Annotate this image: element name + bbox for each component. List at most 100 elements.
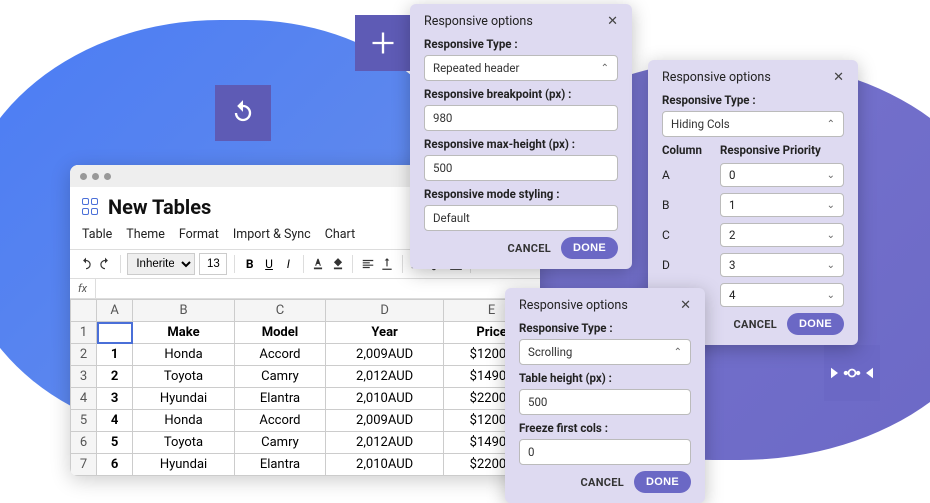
resize-horizontal-icon (831, 358, 873, 388)
cell[interactable]: Honda (133, 410, 235, 432)
cell[interactable]: 4 (97, 410, 133, 432)
plus-tile (355, 15, 411, 71)
cell[interactable] (97, 322, 133, 344)
close-icon[interactable]: ✕ (833, 70, 844, 85)
cell[interactable]: Accord (234, 410, 325, 432)
cell[interactable]: 2,010AUD (326, 388, 444, 410)
cell[interactable]: Hyundai (133, 454, 235, 476)
row-header[interactable]: 6 (71, 432, 97, 454)
cancel-button[interactable]: CANCEL (734, 318, 778, 331)
app-title: New Tables (108, 195, 211, 219)
breakpoint-input[interactable]: 980 (424, 105, 618, 131)
col-header[interactable]: D (326, 300, 444, 322)
cell[interactable]: 3 (97, 388, 133, 410)
cell[interactable]: Model (234, 322, 325, 344)
row-header[interactable]: 4 (71, 388, 97, 410)
priority-select[interactable]: 0⌄ (720, 163, 844, 187)
cell[interactable]: 2,012AUD (326, 366, 444, 388)
chevron-down-icon: ⌄ (827, 230, 835, 241)
cell[interactable]: Accord (234, 344, 325, 366)
align-button[interactable] (360, 253, 375, 275)
priority-select[interactable]: 1⌄ (720, 193, 844, 217)
corner-cell[interactable] (71, 300, 97, 322)
undo-button[interactable] (78, 253, 93, 275)
cell[interactable]: 2 (97, 366, 133, 388)
window-dot[interactable] (80, 173, 87, 180)
menu-theme[interactable]: Theme (126, 227, 165, 242)
cell[interactable]: 2,009AUD (326, 410, 444, 432)
plus-icon (369, 29, 397, 57)
cell[interactable]: Toyota (133, 366, 235, 388)
responsive-options-panel-scrolling: Responsive options ✕ Responsive Type : S… (505, 288, 705, 503)
cell[interactable]: 2,009AUD (326, 344, 444, 366)
col-header[interactable]: A (97, 300, 133, 322)
formula-bar[interactable]: fx (70, 279, 540, 299)
bold-button[interactable]: B (242, 253, 257, 275)
maxheight-input[interactable]: 500 (424, 155, 618, 181)
responsive-type-select[interactable]: Repeated header⌃ (424, 55, 618, 81)
app-logo-icon (82, 198, 100, 216)
menu-import[interactable]: Import & Sync (233, 227, 311, 242)
window-dot[interactable] (92, 173, 99, 180)
col-header[interactable]: B (133, 300, 235, 322)
cell[interactable]: Year (326, 322, 444, 344)
cell[interactable]: 2,010AUD (326, 454, 444, 476)
panel-title: Responsive options (424, 14, 533, 29)
cell[interactable]: 6 (97, 454, 133, 476)
chevron-down-icon: ⌄ (827, 260, 835, 271)
redo-button[interactable] (97, 253, 112, 275)
priority-select[interactable]: 2⌄ (720, 223, 844, 247)
cancel-button[interactable]: CANCEL (508, 242, 552, 255)
done-button[interactable]: DONE (787, 313, 844, 335)
row-header[interactable]: 7 (71, 454, 97, 476)
cell[interactable]: Elantra (234, 388, 325, 410)
done-button[interactable]: DONE (561, 237, 618, 259)
refresh-icon (229, 99, 257, 127)
cell[interactable]: Camry (234, 366, 325, 388)
chevron-up-icon: ⌃ (674, 347, 682, 358)
cell[interactable]: Toyota (133, 432, 235, 454)
cell[interactable]: 2,012AUD (326, 432, 444, 454)
font-size-input[interactable] (199, 253, 227, 275)
underline-button[interactable]: U (261, 253, 276, 275)
row-header[interactable]: 1 (71, 322, 97, 344)
col-header[interactable]: C (234, 300, 325, 322)
close-icon[interactable]: ✕ (607, 14, 618, 29)
italic-button[interactable]: I (281, 253, 296, 275)
freeze-cols-input[interactable]: 0 (519, 439, 691, 465)
table-height-input[interactable]: 500 (519, 389, 691, 415)
cell[interactable]: 5 (97, 432, 133, 454)
priority-select[interactable]: 4⌄ (720, 283, 844, 307)
row-header[interactable]: 3 (71, 366, 97, 388)
font-family-select[interactable]: Inherited (127, 253, 195, 275)
close-icon[interactable]: ✕ (680, 298, 691, 313)
responsive-type-select[interactable]: Scrolling⌃ (519, 339, 691, 365)
styling-input[interactable]: Default (424, 205, 618, 231)
cancel-button[interactable]: CANCEL (581, 476, 625, 489)
field-label: Responsive mode styling : (424, 187, 618, 201)
field-label: Freeze first cols : (519, 421, 691, 435)
cell[interactable]: 1 (97, 344, 133, 366)
menu-format[interactable]: Format (179, 227, 219, 242)
row-header[interactable]: 2 (71, 344, 97, 366)
priority-select[interactable]: 3⌄ (720, 253, 844, 277)
menu-table[interactable]: Table (82, 227, 112, 242)
menu-chart[interactable]: Chart (325, 227, 355, 242)
cell[interactable]: Camry (234, 432, 325, 454)
cell[interactable]: Elantra (234, 454, 325, 476)
row-header[interactable]: 5 (71, 410, 97, 432)
cell[interactable]: Honda (133, 344, 235, 366)
field-label: Responsive Type : (519, 321, 691, 335)
priority-header: Responsive Priority (720, 143, 844, 157)
done-button[interactable]: DONE (634, 471, 691, 493)
text-color-button[interactable] (311, 253, 326, 275)
panel-title: Responsive options (519, 298, 628, 313)
sync-tile (215, 85, 271, 141)
window-dot[interactable] (104, 173, 111, 180)
responsive-type-select[interactable]: Hiding Cols⌃ (662, 111, 844, 137)
cell[interactable]: Make (133, 322, 235, 344)
cell[interactable]: Hyundai (133, 388, 235, 410)
vertical-align-button[interactable] (379, 253, 394, 275)
fill-color-button[interactable] (330, 253, 345, 275)
spreadsheet-grid[interactable]: A B C D E 1 Make Model Year Price 21Hond… (70, 299, 540, 476)
